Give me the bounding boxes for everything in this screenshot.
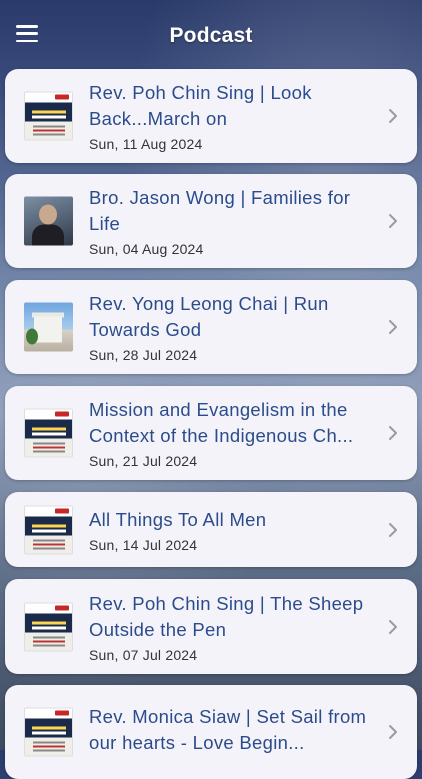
- episode-title: Rev. Poh Chin Sing | Look Back...March o…: [89, 82, 312, 129]
- episode-thumbnail: [24, 602, 73, 651]
- episode-card[interactable]: Mission and Evangelism in the Context of…: [5, 386, 417, 480]
- episode-title: Mission and Evangelism in the Context of…: [89, 399, 354, 446]
- episode-thumbnail: [24, 302, 73, 352]
- episode-date: Sun, 28 Jul 2024: [89, 347, 198, 363]
- episode-card[interactable]: Rev. Poh Chin Sing | Look Back...March o…: [5, 69, 417, 163]
- chevron-right-icon: [389, 725, 397, 739]
- chevron-right-icon: [389, 619, 397, 634]
- episode-title: All Things To All Men: [89, 508, 267, 530]
- episode-thumbnail: [24, 91, 73, 141]
- episode-thumbnail: [24, 408, 73, 458]
- episode-title: Rev. Monica Siaw | Set Sail from our hea…: [89, 706, 367, 753]
- episode-card[interactable]: Rev. Yong Leong Chai | Run Towards God S…: [5, 280, 417, 374]
- episode-thumbnail: [24, 196, 73, 246]
- episode-title: Rev. Poh Chin Sing | The Sheep Outside t…: [89, 592, 364, 640]
- app-header: Podcast: [0, 0, 422, 66]
- episode-title: Bro. Jason Wong | Families for Life: [89, 187, 351, 234]
- episode-card[interactable]: Rev. Poh Chin Sing | The Sheep Outside t…: [5, 579, 417, 674]
- episode-card[interactable]: Rev. Monica Siaw | Set Sail from our hea…: [5, 685, 417, 779]
- episode-date: Sun, 04 Aug 2024: [89, 241, 204, 257]
- chevron-right-icon: [389, 109, 397, 123]
- episode-card[interactable]: All Things To All Men Sun, 14 Jul 2024: [5, 492, 417, 567]
- episode-thumbnail: [24, 505, 73, 554]
- episode-date: Sun, 14 Jul 2024: [89, 536, 198, 553]
- page-title: Podcast: [169, 23, 253, 47]
- chevron-right-icon: [389, 426, 397, 440]
- episode-date: Sun, 07 Jul 2024: [89, 646, 198, 663]
- hamburger-menu-icon[interactable]: [16, 25, 38, 42]
- episode-date: Sun, 21 Jul 2024: [89, 453, 198, 469]
- episode-thumbnail: [24, 707, 73, 757]
- chevron-right-icon: [389, 214, 397, 228]
- episode-card[interactable]: Bro. Jason Wong | Families for Life Sun,…: [5, 174, 417, 268]
- episode-title: Rev. Yong Leong Chai | Run Towards God: [89, 293, 329, 340]
- episode-date: Sun, 11 Aug 2024: [89, 136, 203, 152]
- chevron-right-icon: [389, 522, 397, 537]
- chevron-right-icon: [389, 320, 397, 334]
